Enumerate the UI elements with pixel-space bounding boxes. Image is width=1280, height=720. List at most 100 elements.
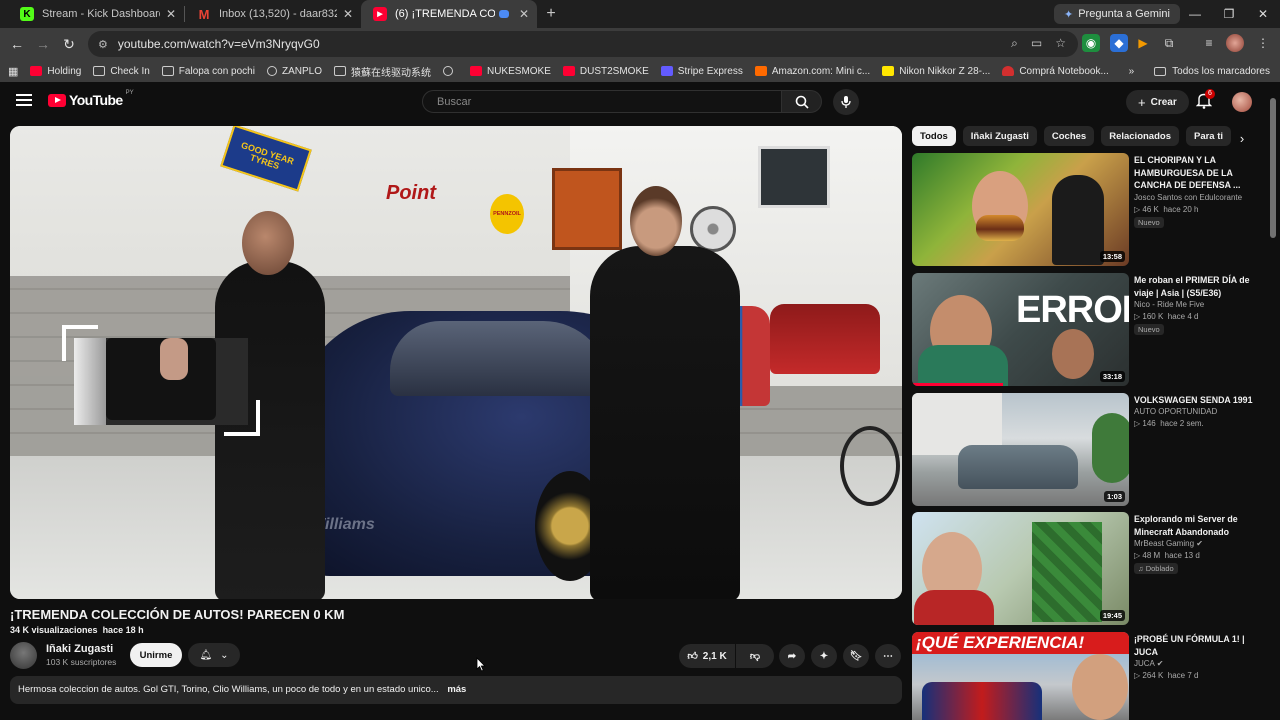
bookmark-zanplo[interactable]: ZANPLO	[266, 66, 322, 77]
recommendation-item[interactable]: 13:58 EL CHORIPAN Y LA HAMBURGUESA DE LA…	[912, 153, 1272, 271]
bookmark-notebook[interactable]: Comprá Notebook...	[1002, 66, 1109, 77]
media-controls-icon[interactable]: ≡	[1200, 34, 1218, 52]
bookmark-check-in[interactable]: Check In	[93, 66, 150, 77]
video-player[interactable]: GOOD YEAR TYRES Point PENNZOIL Williams	[10, 126, 902, 599]
recommendation-channel[interactable]: MrBeast Gaming ✔	[1134, 539, 1203, 548]
overlay-inset-hand	[160, 338, 188, 380]
recommendation-channel[interactable]: Nico - Ride Me Five	[1134, 300, 1204, 309]
extension-play-icon[interactable]: ▶	[1134, 34, 1152, 52]
recommendation-channel[interactable]: Josco Santos con Edulcorante	[1134, 193, 1242, 202]
more-bookmarks-icon[interactable]: »	[1129, 66, 1135, 77]
create-button[interactable]: + Crear	[1126, 90, 1189, 114]
save-button[interactable]: 🔖︎	[843, 644, 869, 668]
bookmark-star-icon[interactable]: ☆	[1055, 36, 1066, 51]
site-info-icon[interactable]: ⚙	[98, 38, 108, 51]
overlay-inset	[74, 338, 248, 425]
search-input[interactable]: Buscar	[422, 90, 782, 113]
extension-blue-icon[interactable]: ◆	[1110, 34, 1128, 52]
video-thumbnail[interactable]: 1:03	[912, 393, 1129, 506]
chip-todos[interactable]: Todos	[912, 126, 956, 146]
bookmark-globe[interactable]	[442, 66, 458, 76]
recommendation-item[interactable]: 1:03 VOLKSWAGEN SENDA 1991 AUTO OPORTUNI…	[912, 393, 1272, 511]
forward-icon[interactable]: →	[30, 31, 56, 57]
apps-grid-icon[interactable]: ▦	[8, 65, 18, 78]
bookmark-falopa[interactable]: Falopa con pochi	[161, 66, 255, 77]
tab-kick[interactable]: K Stream - Kick Dashboard ✕	[8, 0, 184, 28]
bell-ring-icon: 🔔︎	[199, 649, 213, 661]
recommendation-item[interactable]: 19:45 Explorando mi Server de Minecraft …	[912, 512, 1272, 630]
bookmark-stripe[interactable]: Stripe Express	[660, 66, 743, 77]
voice-search-button[interactable]	[833, 89, 859, 115]
ask-gemini-button[interactable]: ✦ Pregunta a Gemini	[1054, 4, 1180, 24]
extensions-puzzle-icon[interactable]: ⧉	[1160, 34, 1178, 52]
close-tab-icon[interactable]: ✕	[519, 7, 529, 21]
recommendation-channel[interactable]: AUTO OPORTUNIDAD	[1134, 407, 1217, 416]
show-more-link[interactable]: más	[447, 684, 466, 695]
channel-avatar[interactable]	[10, 642, 37, 669]
chip-relacionados[interactable]: Relacionados	[1101, 126, 1179, 146]
recommendation-title[interactable]: Me roban el PRIMER DÍA de viaje | Asia |…	[1134, 274, 1259, 299]
chip-para-ti[interactable]: Para ti	[1185, 126, 1232, 146]
bookmark-icon: 🔖︎	[849, 650, 863, 662]
bookmark-nikon[interactable]: Nikon Nikkor Z 28-...	[882, 66, 990, 77]
recommendation-meta: ▷ 264 K hace 7 d	[1134, 671, 1198, 680]
restore-icon[interactable]: ❐	[1212, 0, 1246, 28]
zoom-icon[interactable]: ⌕	[1011, 36, 1018, 51]
video-thumbnail[interactable]: 13:58	[912, 153, 1129, 266]
like-count: 2,1 K	[702, 650, 727, 662]
bookmark-amazon[interactable]: Amazon.com: Mini c...	[754, 66, 870, 77]
back-icon[interactable]: ←	[4, 31, 30, 57]
recommendation-channel[interactable]: JUCA ✔	[1134, 659, 1163, 668]
subscription-notifications-button[interactable]: 🔔︎ ⌄	[188, 643, 240, 667]
video-thumbnail[interactable]: ERROR 33:18	[912, 273, 1129, 386]
cast-tab-icon[interactable]: ▭	[1031, 36, 1042, 51]
video-thumbnail[interactable]: 19:45	[912, 512, 1129, 625]
chip-inaki-zugasti[interactable]: Iñaki Zugasti	[962, 126, 1037, 146]
ask-ai-button[interactable]: ✦	[811, 644, 837, 668]
like-button[interactable]: 👍︎ 2,1 K	[679, 644, 735, 668]
recommendation-title[interactable]: EL CHORIPAN Y LA HAMBURGUESA DE LA CANCH…	[1134, 154, 1259, 192]
recommendation-title[interactable]: VOLKSWAGEN SENDA 1991	[1134, 394, 1259, 407]
chrome-menu-icon[interactable]: ⋮	[1254, 34, 1272, 52]
menu-hamburger-icon[interactable]	[16, 94, 32, 106]
recommendation-item[interactable]: ¡QUÉ EXPERIENCIA! ¡PROBÉ UN FÓRMULA 1! |…	[912, 632, 1272, 720]
thumbnail-person	[914, 590, 994, 625]
close-window-icon[interactable]: ✕	[1246, 0, 1280, 28]
dislike-button[interactable]: 👎︎	[736, 644, 774, 668]
chip-coches[interactable]: Coches	[1043, 126, 1095, 146]
more-actions-button[interactable]: ⋯	[875, 644, 901, 668]
youtube-logo[interactable]: YouTube PY	[48, 90, 134, 108]
new-tab-button[interactable]: +	[537, 5, 565, 23]
address-bar[interactable]: ⚙ youtube.com/watch?v=eVm3NryqvG0 ⌕ ▭ ☆	[88, 31, 1078, 57]
recommendation-title[interactable]: ¡PROBÉ UN FÓRMULA 1! | JUCA	[1134, 633, 1259, 658]
all-bookmarks-label[interactable]: Todos los marcadores	[1172, 66, 1270, 77]
video-thumbnail[interactable]: ¡QUÉ EXPERIENCIA!	[912, 632, 1129, 720]
join-button[interactable]: Unirme	[130, 643, 182, 667]
minimize-icon[interactable]: —	[1178, 0, 1212, 28]
channel-name[interactable]: Iñaki Zugasti	[46, 643, 113, 655]
profile-avatar[interactable]	[1226, 34, 1244, 52]
tab-youtube[interactable]: ▶ (6) ¡TREMENDA COLECCIÓN ✕	[361, 0, 537, 28]
reload-icon[interactable]: ↻	[56, 31, 82, 57]
page-scrollbar[interactable]	[1270, 98, 1276, 238]
chevron-right-icon[interactable]: ›	[1232, 128, 1252, 148]
close-tab-icon[interactable]: ✕	[166, 7, 176, 21]
share-button[interactable]: ➦	[779, 644, 805, 668]
recommendation-item[interactable]: ERROR 33:18 Me roban el PRIMER DÍA de vi…	[912, 273, 1272, 391]
account-avatar[interactable]	[1232, 92, 1252, 112]
notifications-button[interactable]: 6	[1195, 89, 1215, 110]
recommendation-views: 48 M	[1142, 551, 1161, 560]
search-button[interactable]	[781, 90, 822, 113]
bookmark-driver-system[interactable]: 猿蘇在线驱动系统	[333, 64, 431, 79]
recommendation-title[interactable]: Explorando mi Server de Minecraft Abando…	[1134, 513, 1259, 538]
close-tab-icon[interactable]: ✕	[343, 7, 353, 21]
extension-green-icon[interactable]: ◉	[1082, 34, 1100, 52]
tab-gmail[interactable]: M Inbox (13,520) - daar832@gma ✕	[185, 0, 361, 28]
recommendation-meta: ▷ 160 K hace 4 d	[1134, 312, 1198, 321]
bookmark-dust2smoke[interactable]: DUST2SMOKE	[562, 66, 649, 77]
views-play-icon: ▷	[1134, 671, 1141, 680]
description-box[interactable]: Hermosa coleccion de autos. Gol GTI, Tor…	[10, 676, 902, 704]
notification-count-badge: 6	[1205, 89, 1215, 99]
bookmark-nukesmoke[interactable]: NUKESMOKE	[469, 66, 551, 77]
bookmark-holding[interactable]: Holding	[30, 66, 81, 77]
